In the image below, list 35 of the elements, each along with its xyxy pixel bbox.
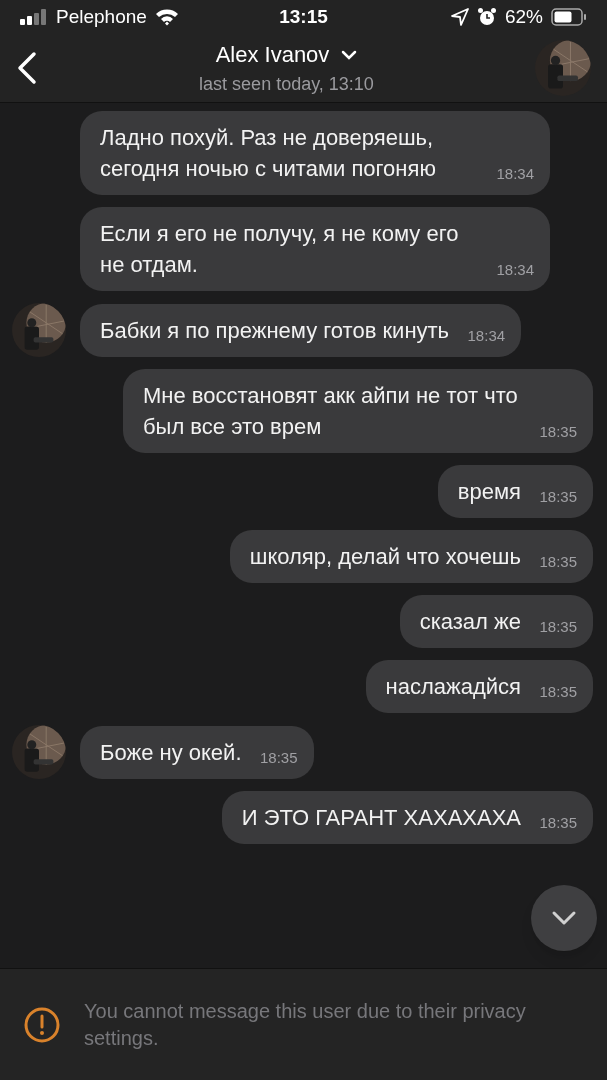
last-seen-status: last seen today, 13:10 [199,73,374,96]
message-text: Если я его не получу, я не кому его не отдам. [100,221,459,277]
message-time: 18:35 [539,681,577,702]
message-time: 18:34 [496,163,534,184]
message-text: наслажадйся [385,674,521,699]
message-time: 18:35 [539,551,577,572]
privacy-notice: You cannot message this user due to their privacy settings. [84,998,527,1051]
signal-icon [20,9,48,25]
battery-icon [551,8,587,26]
message-text: Ладно похуй. Раз не доверяешь, сегодня ночью с читами погоняю [100,125,436,181]
wifi-icon [154,8,179,26]
message-text: школяр, делай что хочешь [249,544,521,569]
message-text: И ЭТО ГАРАНТ ХАХАХАХА [241,805,521,830]
battery-percent: 62% [504,4,543,29]
message-text: время [457,479,521,504]
warning-icon [24,1006,60,1043]
message-time: 18:34 [496,259,534,280]
message-text: Мне восстановят акк айпи не тот что был все это врем [143,383,518,439]
clock-time: 13:15 [279,4,328,29]
message-time: 18:35 [539,421,577,442]
chevron-down-icon [551,910,577,926]
carrier-name: Pelephone [56,4,147,29]
message-time: 18:35 [259,747,298,768]
location-icon [450,8,469,26]
alarm-icon [476,7,497,27]
message-text: сказал же [419,609,521,634]
message-text: Бабки я по прежнему готов кинуть [100,318,450,343]
message-time: 18:35 [539,486,577,507]
chevron-down-icon[interactable] [341,49,358,60]
message-text: Боже ну окей. [100,740,242,765]
message-time: 18:35 [539,812,577,833]
message-time: 18:35 [539,616,577,637]
back-icon[interactable] [16,51,38,85]
message-time: 18:34 [467,325,506,346]
contact-name[interactable]: Alex Ivanov [215,38,330,71]
